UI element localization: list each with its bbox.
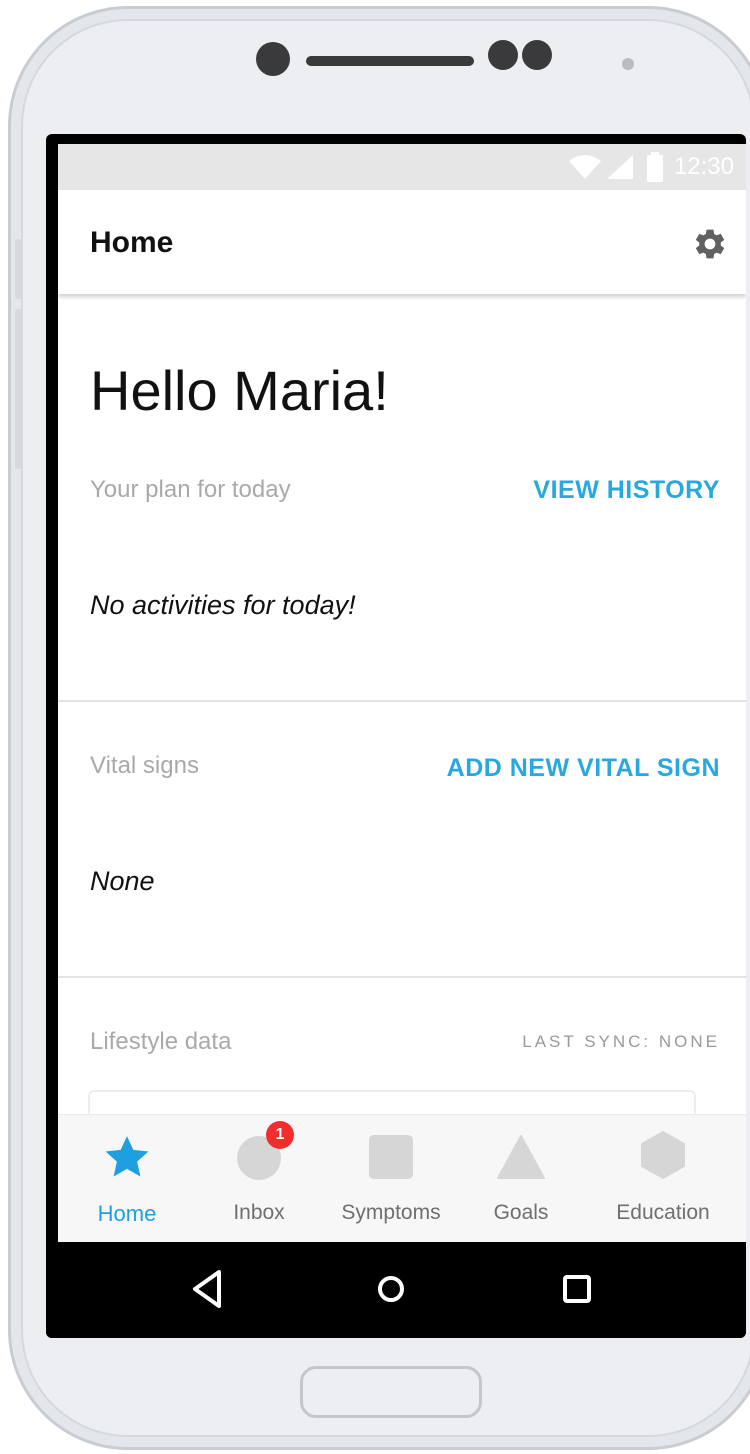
star-icon	[105, 1136, 149, 1177]
triangle-icon	[497, 1135, 545, 1179]
nav-label-home: Home	[97, 1201, 157, 1226]
status-bar: 12:30	[58, 144, 746, 190]
view-history-button[interactable]: VIEW HISTORY	[533, 476, 720, 505]
system-navigation-bar	[46, 1242, 746, 1338]
side-button-top	[15, 239, 23, 299]
plan-section-label: Your plan for today	[90, 476, 291, 503]
add-vital-sign-button[interactable]: ADD NEW VITAL SIGN	[447, 754, 720, 783]
wifi-icon	[568, 155, 601, 179]
app-bar: Home	[58, 190, 746, 294]
earpiece-speaker	[306, 56, 474, 66]
nav-label-inbox: Inbox	[233, 1201, 285, 1224]
cell-signal-icon	[606, 155, 633, 179]
recents-icon[interactable]	[552, 1264, 602, 1314]
proximity-sensor	[622, 58, 634, 70]
gear-icon	[695, 229, 725, 259]
section-divider	[58, 700, 746, 702]
page-title: Home	[90, 226, 174, 259]
sensor-dot-left	[488, 40, 518, 70]
nav-item-goals[interactable]: Goals	[452, 1115, 590, 1242]
hardware-home-button[interactable]	[300, 1366, 482, 1418]
back-icon[interactable]	[182, 1264, 232, 1314]
status-icons: 12:30	[568, 152, 734, 182]
sensor-dot-right	[522, 40, 552, 70]
vitals-empty-text: None	[90, 866, 155, 896]
nav-item-home[interactable]: Home	[58, 1115, 196, 1242]
greeting-heading: Hello Maria!	[90, 359, 389, 422]
nav-item-symptoms[interactable]: Symptoms	[322, 1115, 460, 1242]
status-time: 12:30	[673, 153, 734, 180]
side-button-bottom	[15, 309, 23, 469]
plan-empty-text: No activities for today!	[90, 590, 356, 620]
section-divider	[58, 976, 746, 978]
phone-screen: 12:30 Home Hello Maria! Your plan for to…	[46, 134, 746, 1338]
square-icon	[369, 1135, 413, 1179]
front-camera	[256, 42, 290, 76]
vitals-section-label: Vital signs	[90, 752, 199, 779]
home-icon[interactable]	[366, 1264, 416, 1314]
hexagon-icon	[641, 1131, 685, 1179]
nav-label-goals: Goals	[493, 1201, 549, 1224]
nav-item-inbox[interactable]: 1 Inbox	[190, 1115, 328, 1242]
bottom-navigation: Home 1 Inbox Symptoms Goals Education	[58, 1114, 746, 1242]
home-content: Hello Maria! Your plan for today VIEW HI…	[58, 294, 746, 1150]
lifestyle-section-label: Lifestyle data	[90, 1028, 232, 1055]
settings-button[interactable]	[692, 226, 728, 262]
nav-label-education: Education	[616, 1201, 710, 1224]
battery-icon	[646, 152, 663, 182]
last-sync-status: LAST SYNC: NONE	[522, 1032, 720, 1051]
nav-label-symptoms: Symptoms	[341, 1201, 441, 1224]
inbox-badge: 1	[266, 1121, 294, 1149]
app-display: 12:30 Home Hello Maria! Your plan for to…	[58, 144, 746, 1242]
nav-item-education[interactable]: Education	[594, 1115, 732, 1242]
